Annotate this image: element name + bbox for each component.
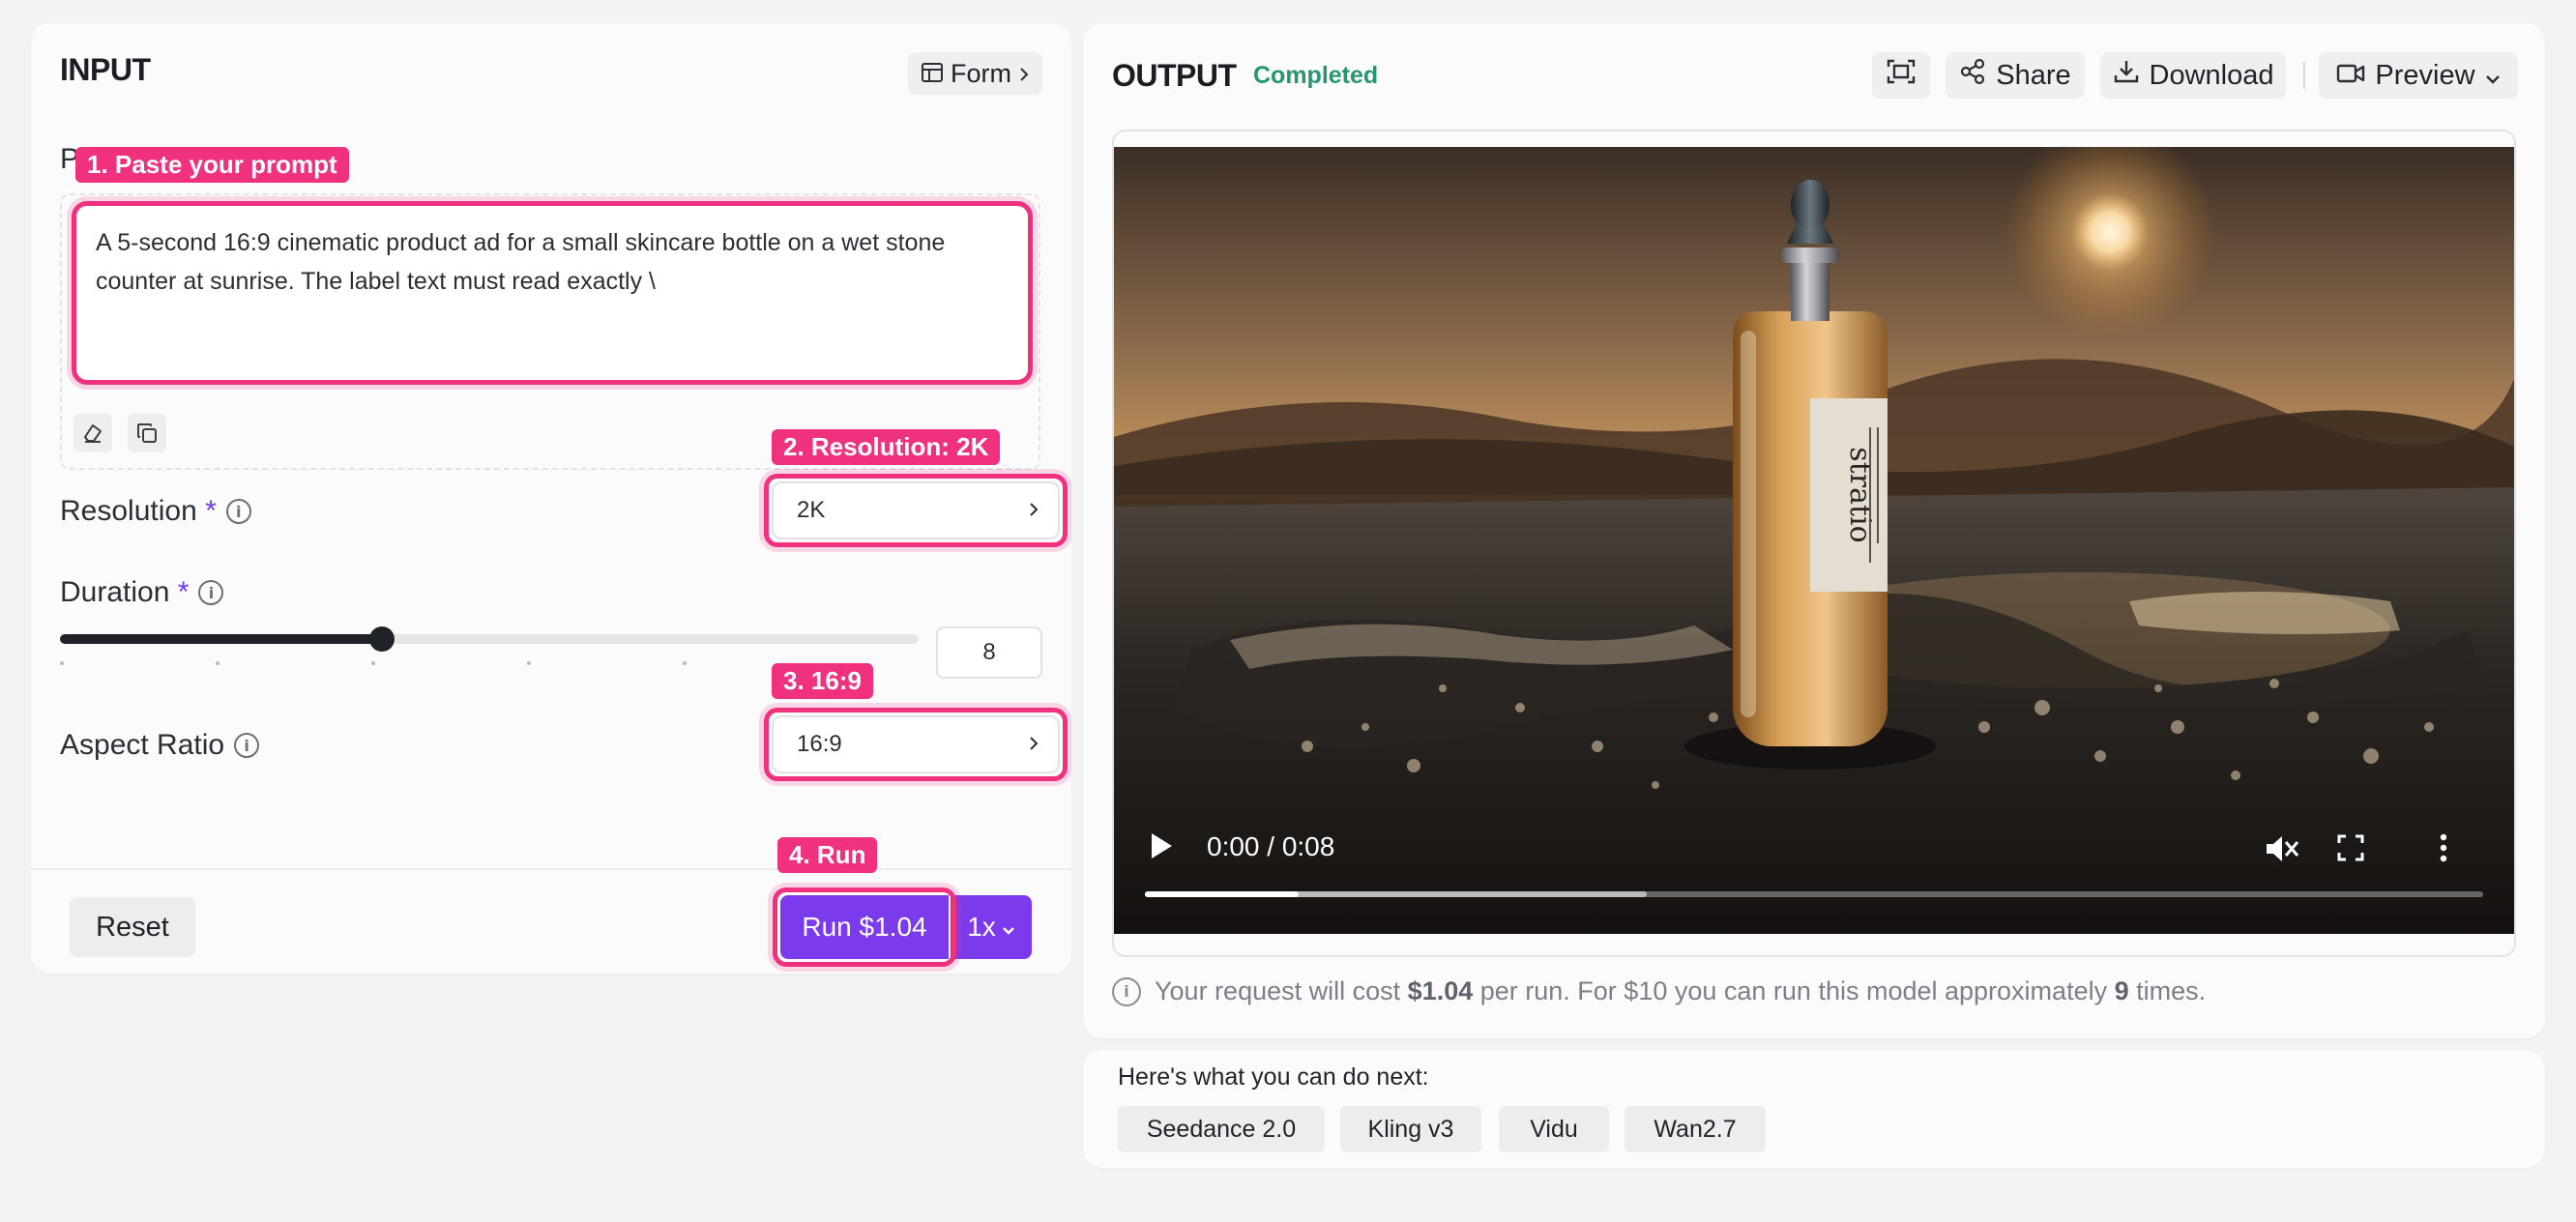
frame-icon (1887, 59, 1916, 92)
duration-slider-fill (60, 634, 382, 644)
prompt-textarea[interactable]: A 5-second 16:9 cinematic product ad for… (72, 201, 1033, 385)
toolbar-divider (2303, 62, 2305, 89)
run-multiplier-dropdown[interactable]: 1x (951, 895, 1032, 959)
bottle-label-text: stratio (1843, 447, 1877, 542)
video-time: 0:00 / 0:08 (1207, 831, 1335, 861)
video-frame-image: stratio (1114, 147, 2514, 934)
info-icon[interactable]: i (225, 499, 251, 524)
model-chip[interactable]: Seedance 2.0 (1118, 1106, 1325, 1152)
info-icon[interactable]: i (234, 733, 260, 758)
video-camera-icon (2336, 60, 2365, 92)
status-badge: Completed (1253, 62, 1379, 89)
form-toggle-label: Form (951, 58, 1011, 88)
aspect-ratio-highlight (764, 708, 1068, 781)
duration-label: Duration * i (60, 576, 224, 609)
chevron-right-icon (1019, 59, 1029, 89)
preview-label: Preview (2375, 59, 2475, 91)
table-icon (922, 59, 943, 89)
run-highlight (773, 887, 956, 967)
model-chip[interactable]: Vidu (1499, 1106, 1609, 1152)
share-icon (1959, 58, 1986, 93)
next-steps-title: Here's what you can do next: (1118, 1063, 1429, 1091)
multiplier-label: 1x (967, 912, 996, 942)
download-icon (2113, 58, 2140, 93)
video-progress-bar[interactable] (1145, 891, 2483, 897)
annotation-step2: 2. Resolution: 2K (772, 429, 1001, 465)
resolution-highlight (764, 474, 1068, 547)
cost-info: i Your request will cost $1.04 per run. … (1112, 976, 2206, 1006)
fullscreen-icon[interactable] (2336, 833, 2365, 867)
download-label: Download (2149, 59, 2274, 91)
model-chip[interactable]: Kling v3 (1340, 1106, 1481, 1152)
slider-tick (371, 661, 375, 665)
more-options-icon[interactable] (2439, 833, 2448, 867)
output-panel: OUTPUT Completed Share Download Preview (1083, 23, 2545, 1038)
preview-dropdown[interactable]: Preview (2319, 52, 2518, 99)
chevron-down-icon (2485, 60, 2501, 92)
video-progress-played (1145, 891, 1300, 897)
slider-tick (60, 661, 64, 665)
input-title: INPUT (60, 52, 151, 87)
duration-slider[interactable] (60, 626, 919, 652)
copy-icon[interactable] (128, 414, 166, 452)
share-button[interactable]: Share (1946, 52, 2085, 99)
form-view-toggle[interactable]: Form (908, 52, 1042, 95)
reset-button[interactable]: Reset (70, 897, 195, 957)
input-footer: Reset Run $1.04 1x (31, 868, 1071, 974)
duration-input[interactable]: 8 (936, 626, 1042, 679)
info-icon: i (1112, 976, 1141, 1006)
share-label: Share (1996, 59, 2071, 91)
input-panel: INPUT Form P A 5-second 16:9 cinematic p… (31, 23, 1071, 974)
slider-tick (216, 661, 220, 665)
video-player[interactable]: stratio 0:00 / 0:08 (1114, 147, 2514, 934)
next-steps-panel: Here's what you can do next: Seedance 2.… (1083, 1050, 2545, 1168)
fullscreen-frame-button[interactable] (1872, 52, 1930, 99)
output-title: OUTPUT (1112, 58, 1237, 93)
info-icon[interactable]: i (198, 580, 224, 605)
annotation-step4: 4. Run (777, 837, 878, 873)
slider-tick (683, 661, 687, 665)
mute-icon[interactable] (2265, 833, 2299, 869)
annotation-step3: 3. 16:9 (772, 663, 873, 699)
aspect-ratio-label: Aspect Ratio i (60, 729, 260, 762)
model-chip[interactable]: Wan2.7 (1625, 1106, 1766, 1152)
annotation-step1: 1. Paste your prompt (75, 147, 349, 183)
download-button[interactable]: Download (2100, 52, 2286, 99)
slider-tick (527, 661, 531, 665)
duration-slider-thumb[interactable] (369, 626, 395, 652)
eraser-icon[interactable] (73, 414, 112, 452)
chevron-down-icon (1002, 912, 1015, 943)
play-button[interactable] (1149, 831, 1174, 865)
resolution-label: Resolution * i (60, 495, 251, 528)
